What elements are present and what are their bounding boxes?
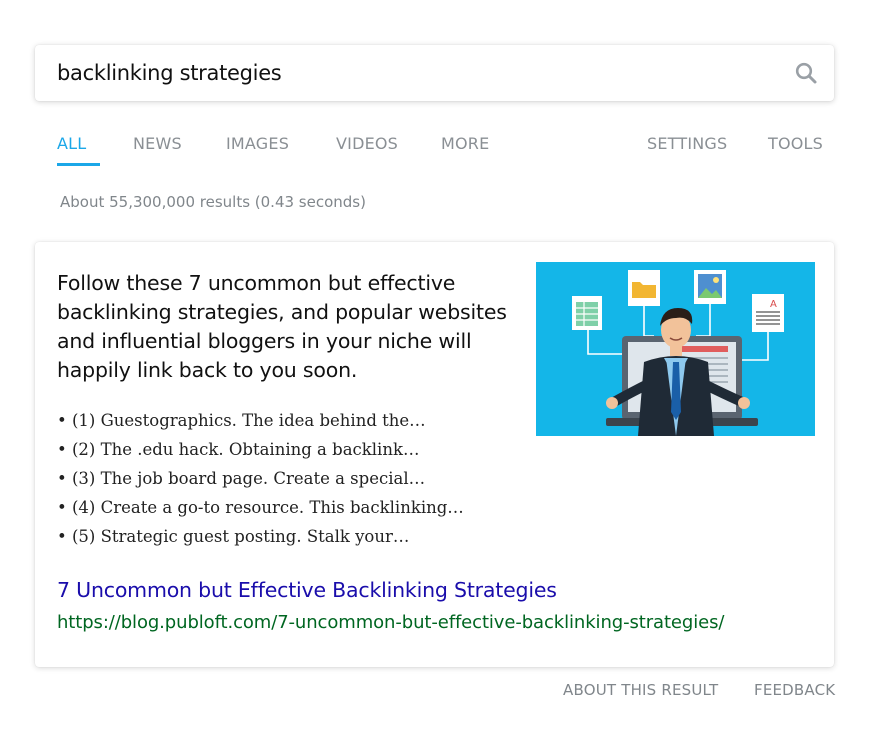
tab-tools[interactable]: TOOLS xyxy=(768,134,823,164)
tab-videos[interactable]: VIDEOS xyxy=(336,134,398,164)
search-input[interactable] xyxy=(57,45,757,101)
list-item: • (5) Strategic guest posting. Stalk you… xyxy=(57,527,410,546)
search-tabs: ALL NEWS IMAGES VIDEOS MORE SETTINGS TOO… xyxy=(43,128,833,168)
snippet-list: • (1) Guestographics. The idea behind th… xyxy=(57,406,527,551)
list-item: • (4) Create a go-to resource. This back… xyxy=(57,498,464,517)
search-bar xyxy=(35,45,834,101)
snippet-heading: Follow these 7 uncommon but effective ba… xyxy=(57,271,507,382)
tab-news[interactable]: NEWS xyxy=(133,134,182,164)
about-this-result-link[interactable]: ABOUT THIS RESULT xyxy=(563,681,718,699)
svg-text:A: A xyxy=(770,299,777,310)
result-stats: About 55,300,000 results (0.43 seconds) xyxy=(60,193,366,211)
list-item: • (3) The job board page. Create a speci… xyxy=(57,469,426,488)
tab-all[interactable]: ALL xyxy=(57,134,101,166)
businessman-illustration-icon: A xyxy=(536,262,815,436)
search-button[interactable] xyxy=(792,59,820,87)
featured-snippet-card: Follow these 7 uncommon but effective ba… xyxy=(35,242,834,667)
result-title-link[interactable]: 7 Uncommon but Effective Backlinking Str… xyxy=(57,578,557,602)
search-icon xyxy=(795,62,817,84)
tab-more[interactable]: MORE xyxy=(441,134,489,164)
result-url[interactable]: https://blog.publoft.com/7-uncommon-but-… xyxy=(57,612,724,633)
tab-settings[interactable]: SETTINGS xyxy=(647,134,727,164)
feedback-link[interactable]: FEEDBACK xyxy=(754,681,835,699)
snippet-thumbnail[interactable]: A xyxy=(536,262,815,436)
tab-images[interactable]: IMAGES xyxy=(226,134,289,164)
list-item: • (1) Guestographics. The idea behind th… xyxy=(57,411,426,430)
list-item: • (2) The .edu hack. Obtaining a backlin… xyxy=(57,440,420,459)
